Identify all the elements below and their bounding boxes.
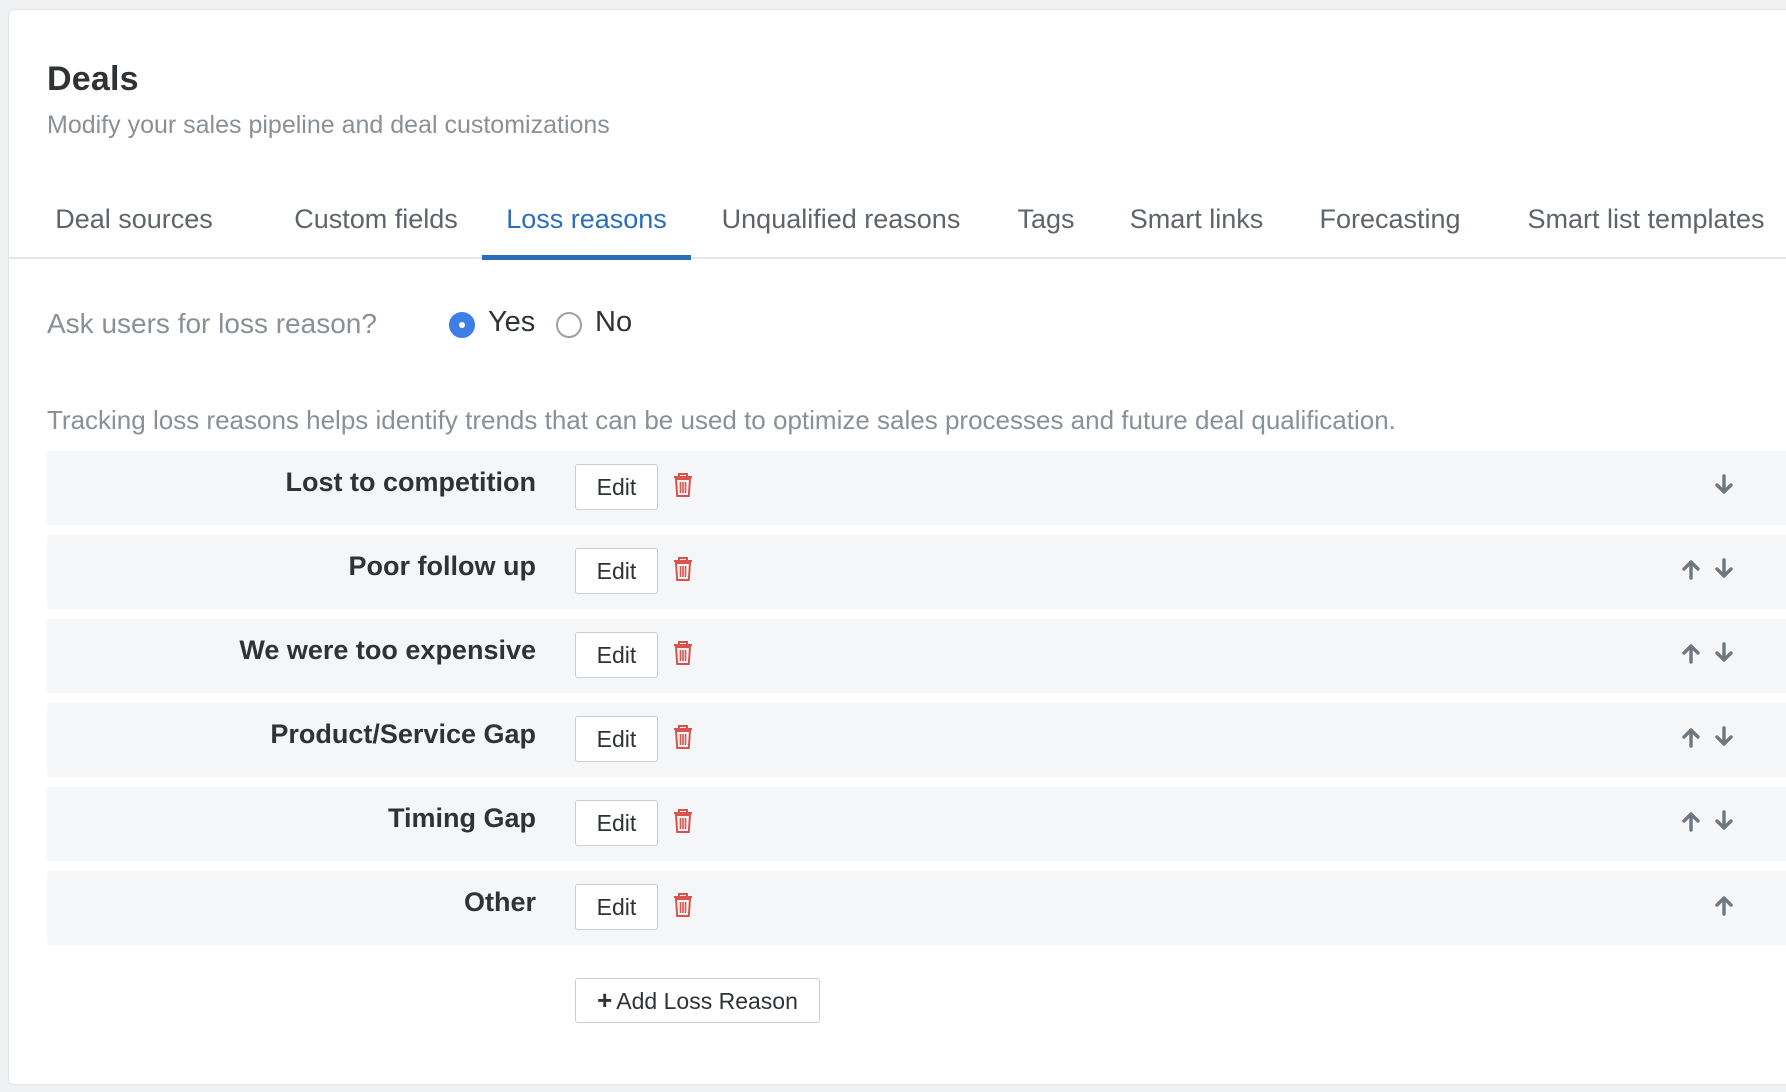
- loss-reason-name: Poor follow up: [348, 551, 536, 581]
- arrow-down-icon[interactable]: [1712, 557, 1736, 581]
- edit-button[interactable]: Edit: [575, 548, 658, 594]
- page-title: Deals: [47, 60, 139, 98]
- trash-icon[interactable]: [671, 640, 695, 666]
- page-subtitle: Modify your sales pipeline and deal cust…: [47, 111, 610, 139]
- deals-settings-panel: Deals Modify your sales pipeline and dea…: [8, 9, 1786, 1085]
- loss-reason-name: Lost to competition: [285, 467, 536, 497]
- trash-icon[interactable]: [671, 808, 695, 834]
- loss-reason-name: We were too expensive: [239, 635, 536, 665]
- tab-smart-links[interactable]: Smart links: [1124, 190, 1269, 257]
- tab-tags[interactable]: Tags: [1013, 190, 1079, 257]
- arrow-up-icon[interactable]: [1679, 641, 1703, 665]
- loss-reason-row: Other Edit: [47, 871, 1786, 945]
- loss-reason-row: Lost to competition Edit: [47, 451, 1786, 525]
- arrow-up-icon[interactable]: [1679, 809, 1703, 833]
- radio-unselected-icon[interactable]: [556, 312, 582, 338]
- edit-button[interactable]: Edit: [575, 464, 658, 510]
- loss-reason-name: Product/Service Gap: [270, 719, 536, 749]
- loss-reason-row: Product/Service Gap Edit: [47, 703, 1786, 777]
- edit-button[interactable]: Edit: [575, 716, 658, 762]
- loss-reason-row: We were too expensive Edit: [47, 619, 1786, 693]
- trash-icon[interactable]: [671, 556, 695, 582]
- radio-no[interactable]: No: [556, 306, 646, 346]
- arrow-up-icon[interactable]: [1712, 893, 1736, 917]
- tab-deal-sources[interactable]: Deal sources: [49, 190, 219, 257]
- loss-reasons-help-text: Tracking loss reasons helps identify tre…: [47, 405, 1396, 435]
- trash-icon[interactable]: [671, 892, 695, 918]
- edit-button[interactable]: Edit: [575, 800, 658, 846]
- radio-no-label: No: [595, 306, 633, 338]
- arrow-down-icon[interactable]: [1712, 809, 1736, 833]
- loss-reason-row: Timing Gap Edit: [47, 787, 1786, 861]
- arrow-up-icon[interactable]: [1679, 725, 1703, 749]
- radio-yes-label: Yes: [488, 306, 536, 338]
- tab-forecasting[interactable]: Forecasting: [1314, 190, 1466, 257]
- radio-yes[interactable]: Yes: [449, 306, 539, 346]
- add-loss-reason-button[interactable]: + Add Loss Reason: [575, 978, 820, 1023]
- loss-reason-name: Timing Gap: [387, 803, 536, 833]
- radio-selected-icon[interactable]: [449, 312, 475, 338]
- arrow-up-icon[interactable]: [1679, 557, 1703, 581]
- loss-reason-row: Poor follow up Edit: [47, 535, 1786, 609]
- trash-icon[interactable]: [671, 472, 695, 498]
- tab-unqualified-reasons[interactable]: Unqualified reasons: [715, 190, 967, 257]
- ask-loss-reason-label: Ask users for loss reason?: [47, 308, 377, 339]
- settings-tabs: Deal sources Custom fields Loss reasons …: [9, 190, 1786, 260]
- edit-button[interactable]: Edit: [575, 884, 658, 930]
- arrow-down-icon[interactable]: [1712, 725, 1736, 749]
- arrow-down-icon[interactable]: [1712, 641, 1736, 665]
- tab-custom-fields[interactable]: Custom fields: [283, 190, 469, 257]
- edit-button[interactable]: Edit: [575, 632, 658, 678]
- loss-reason-name: Other: [463, 887, 536, 917]
- arrow-down-icon[interactable]: [1712, 473, 1736, 497]
- tab-smart-list-templates[interactable]: Smart list templates: [1512, 190, 1780, 257]
- add-loss-reason-label: Add Loss Reason: [616, 988, 798, 1014]
- tab-loss-reasons[interactable]: Loss reasons: [482, 190, 691, 260]
- trash-icon[interactable]: [671, 724, 695, 750]
- plus-icon: +: [597, 985, 613, 1015]
